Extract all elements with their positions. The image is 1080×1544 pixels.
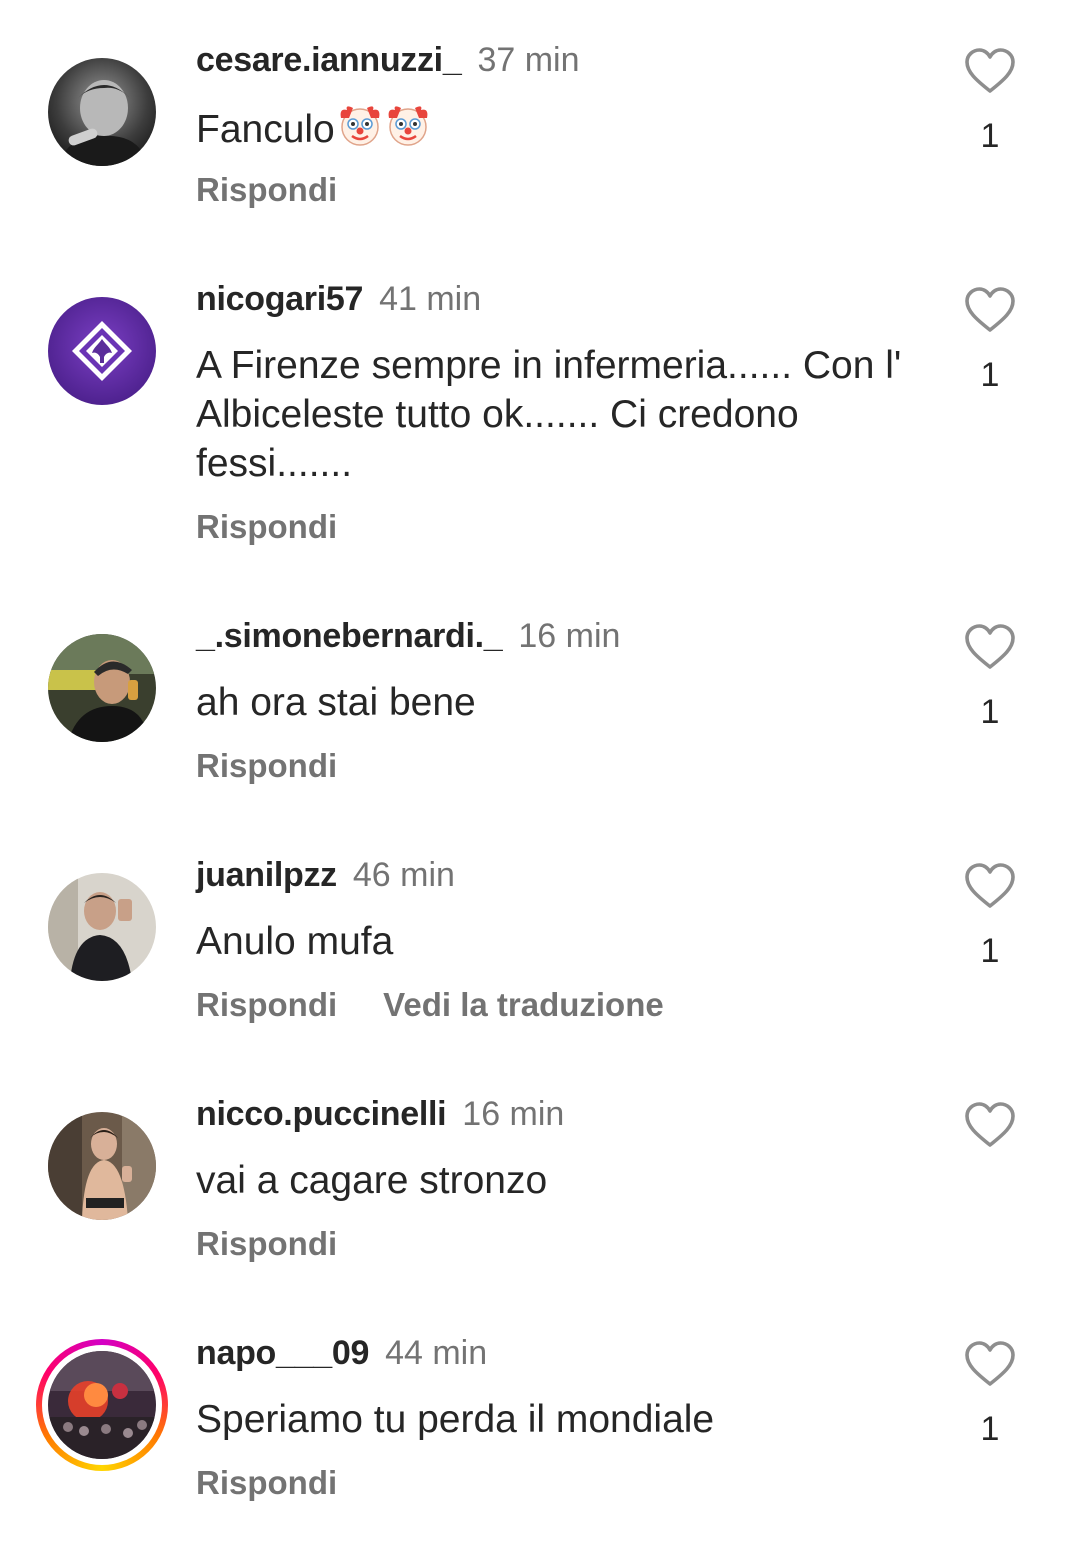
username[interactable]: cesare.iannuzzi_	[196, 41, 462, 79]
comment-meta: cesare.iannuzzi_ 37 min	[196, 38, 580, 82]
timestamp: 41 min	[379, 280, 482, 318]
like-count: 1	[980, 1410, 1000, 1448]
avatar	[48, 1351, 156, 1459]
clown-face-icon	[337, 102, 383, 148]
like-count: 1	[980, 932, 1000, 970]
comment-meta: _.simonebernardi._ 16 min	[196, 614, 620, 658]
username[interactable]: _.simonebernardi._	[196, 617, 503, 655]
heart-outline-icon[interactable]	[964, 287, 1016, 333]
like-count: 1	[980, 117, 1000, 155]
like-count: 1	[980, 693, 1000, 731]
timestamp: 44 min	[385, 1334, 488, 1372]
timestamp: 37 min	[477, 41, 580, 79]
reply-button[interactable]: Rispondi	[196, 744, 337, 788]
avatar[interactable]	[48, 1112, 156, 1220]
avatar[interactable]	[48, 634, 156, 742]
reply-button[interactable]: Rispondi	[196, 1461, 337, 1505]
timestamp: 16 min	[518, 617, 621, 655]
reply-button[interactable]: Rispondi	[196, 1222, 337, 1266]
reply-button[interactable]: Rispondi	[196, 505, 337, 549]
username[interactable]: nicogari57	[196, 280, 363, 318]
avatar[interactable]	[48, 873, 156, 981]
avatar[interactable]	[48, 58, 156, 166]
clown-face-icon	[385, 102, 431, 148]
comment-text: A Firenze sempre in infermeria...... Con…	[196, 344, 902, 485]
avatar-story-ring[interactable]	[36, 1339, 168, 1471]
heart-outline-icon[interactable]	[964, 1102, 1016, 1148]
username[interactable]: nicco.puccinelli	[196, 1095, 447, 1133]
comment-text: Speriamo tu perda il mondiale	[196, 1398, 715, 1441]
avatar[interactable]	[48, 297, 156, 405]
comment-meta: napo___09 44 min	[196, 1331, 487, 1375]
comment-actions: Rispondi	[196, 1222, 337, 1266]
comment-item: cesare.iannuzzi_ 37 min Fanculo Rispondi …	[0, 38, 1080, 238]
comment-actions: Rispondi	[196, 505, 337, 549]
comment-text: Fanculo	[196, 102, 926, 154]
heart-outline-icon[interactable]	[964, 624, 1016, 670]
comment-text: vai a cagare stronzo	[196, 1159, 548, 1202]
comment-item: _.simonebernardi._ 16 min ah ora stai ben…	[0, 614, 1080, 814]
see-translation-button[interactable]: Vedi la traduzione	[383, 983, 664, 1027]
comment-item: napo___09 44 min Speriamo tu perda il mon…	[0, 1331, 1080, 1531]
comment-text-body: Fanculo	[196, 108, 335, 151]
comment-meta: juanilpzz 46 min	[196, 853, 455, 897]
comment-actions: Rispondi	[196, 168, 337, 212]
comment-meta: nicogari57 41 min	[196, 277, 481, 321]
username[interactable]: napo___09	[196, 1334, 369, 1372]
comment-item: nicogari57 41 min A Firenze sempre in inf…	[0, 277, 1080, 567]
reply-button[interactable]: Rispondi	[196, 983, 337, 1027]
comment-actions: Rispondi Vedi la traduzione	[196, 983, 664, 1027]
heart-outline-icon[interactable]	[964, 1341, 1016, 1387]
comment-meta: nicco.puccinelli 16 min	[196, 1092, 564, 1136]
reply-button[interactable]: Rispondi	[196, 168, 337, 212]
timestamp: 16 min	[462, 1095, 565, 1133]
heart-outline-icon[interactable]	[964, 863, 1016, 909]
like-count: 1	[980, 356, 1000, 394]
comment-actions: Rispondi	[196, 1461, 337, 1505]
comment-item: nicco.puccinelli 16 min vai a cagare stro…	[0, 1092, 1080, 1292]
comment-actions: Rispondi	[196, 744, 337, 788]
comment-text: Anulo mufa	[196, 920, 394, 963]
timestamp: 46 min	[352, 856, 455, 894]
comment-item: juanilpzz 46 min Anulo mufa Rispondi Vedi …	[0, 853, 1080, 1053]
username[interactable]: juanilpzz	[196, 856, 337, 894]
comment-text: ah ora stai bene	[196, 681, 476, 724]
heart-outline-icon[interactable]	[964, 48, 1016, 94]
